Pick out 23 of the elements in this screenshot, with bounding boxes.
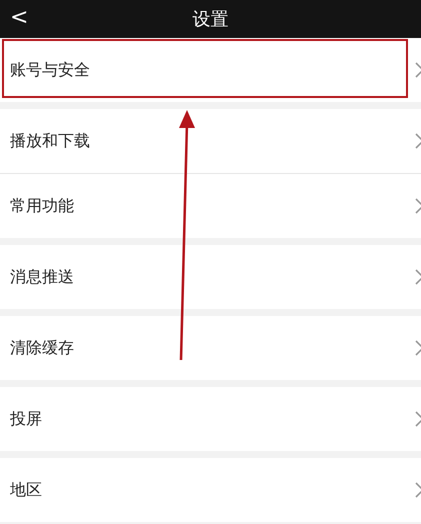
page-title: 设置 — [192, 8, 228, 31]
settings-item-label: 清除缓存 — [10, 338, 75, 358]
settings-item[interactable]: 投屏 — [0, 387, 421, 451]
settings-item[interactable]: 地区 — [0, 458, 421, 522]
settings-item[interactable]: 账号与安全 — [0, 38, 421, 102]
settings-item-label: 地区 — [10, 480, 43, 500]
settings-item[interactable]: 清除缓存 — [0, 316, 421, 380]
settings-item-label: 播放和下载 — [10, 130, 91, 152]
chevron-icon — [414, 269, 421, 285]
settings-item[interactable]: 常用功能 — [0, 173, 421, 238]
chevron-icon — [414, 482, 421, 498]
settings-item-label: 账号与安全 — [10, 60, 91, 80]
settings-item-label: 消息推送 — [10, 266, 75, 288]
chevron-icon — [414, 133, 421, 149]
chevron-icon — [414, 198, 421, 214]
chevron-icon — [414, 411, 421, 427]
settings-item-label: 投屏 — [10, 408, 43, 430]
chevron-icon — [414, 62, 421, 78]
back-button[interactable]: < — [10, 4, 28, 32]
settings-item[interactable]: 消息推送 — [0, 245, 421, 309]
chevron-icon — [414, 340, 421, 356]
settings-item[interactable]: 播放和下载 — [0, 109, 421, 173]
settings-item-label: 常用功能 — [10, 196, 75, 216]
